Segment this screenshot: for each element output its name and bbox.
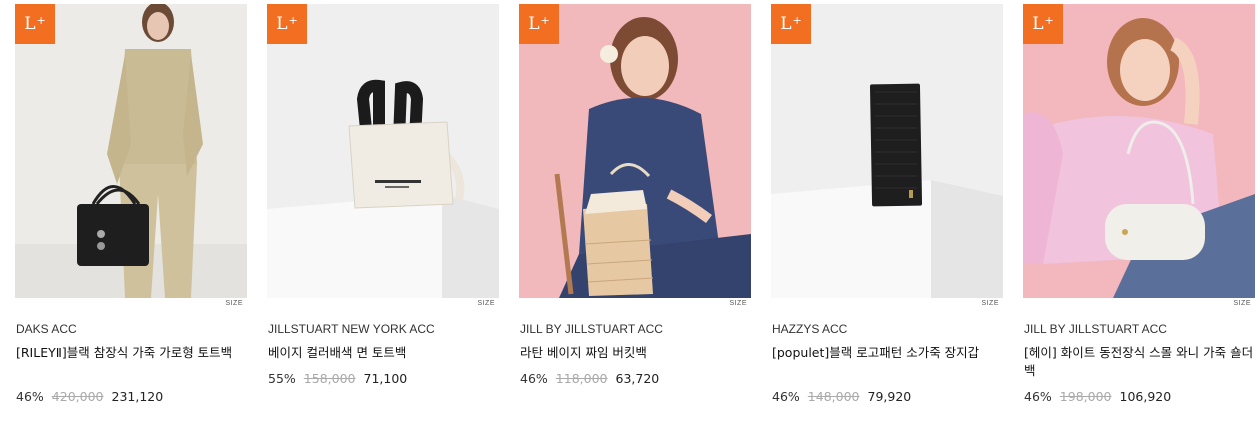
product-photo — [267, 4, 499, 298]
product-card[interactable]: L + SIZE DAKS ACC [RILEYⅡ]블랙 참장식 가죽 가로형 토… — [15, 4, 247, 404]
product-image[interactable]: L + — [1023, 4, 1255, 298]
product-photo — [771, 4, 1003, 298]
product-name[interactable]: [populet]블랙 로고패턴 소가죽 장지갑 — [772, 344, 1002, 380]
product-name[interactable]: 라탄 베이지 짜임 버킷백 — [520, 344, 750, 362]
product-card[interactable]: L + SIZE HAZZYS ACC [populet]블랙 로고패턴 소가죽 … — [771, 4, 1003, 404]
size-label[interactable]: SIZE — [981, 300, 999, 307]
sale-price: 71,100 — [363, 371, 408, 386]
product-photo — [1023, 4, 1255, 298]
product-image[interactable]: L + — [267, 4, 499, 298]
lplus-badge: L + — [1023, 4, 1063, 44]
size-label[interactable]: SIZE — [477, 300, 495, 307]
price-row: 55% 158,000 71,100 — [268, 372, 498, 386]
product-brand[interactable]: JILL BY JILLSTUART ACC — [1024, 322, 1254, 336]
product-card[interactable]: L + SIZE JILLSTUART NEW YORK ACC 베이지 컬러배색… — [267, 4, 499, 386]
original-price: 198,000 — [1059, 389, 1112, 404]
lplus-badge: L + — [267, 4, 307, 44]
sale-price: 231,120 — [111, 389, 164, 404]
discount-rate: 46% — [1024, 389, 1052, 404]
lplus-badge: L + — [519, 4, 559, 44]
price-row: 46% 148,000 79,920 — [772, 390, 1002, 404]
original-price: 148,000 — [807, 389, 860, 404]
sale-price: 106,920 — [1119, 389, 1172, 404]
discount-rate: 46% — [16, 389, 44, 404]
size-label[interactable]: SIZE — [225, 300, 243, 307]
badge-plus: + — [36, 13, 46, 27]
badge-letter: L — [24, 14, 36, 34]
size-label[interactable]: SIZE — [729, 300, 747, 307]
price-row: 46% 118,000 63,720 — [520, 372, 750, 386]
price-row: 46% 420,000 231,120 — [16, 390, 246, 404]
badge-plus: + — [288, 13, 298, 27]
size-label[interactable]: SIZE — [1233, 300, 1251, 307]
lplus-badge: L + — [771, 4, 811, 44]
product-brand[interactable]: HAZZYS ACC — [772, 322, 1002, 336]
badge-plus: + — [1044, 13, 1054, 27]
original-price: 158,000 — [303, 371, 356, 386]
badge-plus: + — [540, 13, 550, 27]
product-photo — [15, 4, 247, 298]
badge-letter: L — [780, 14, 792, 34]
product-card[interactable]: L + SIZE JILL BY JILLSTUART ACC 라탄 베이지 짜임… — [519, 4, 751, 386]
product-brand[interactable]: JILLSTUART NEW YORK ACC — [268, 322, 498, 336]
badge-letter: L — [528, 14, 540, 34]
sale-price: 63,720 — [615, 371, 660, 386]
product-image[interactable]: L + — [519, 4, 751, 298]
product-info: JILL BY JILLSTUART ACC 라탄 베이지 짜임 버킷백 46%… — [520, 322, 750, 386]
discount-rate: 46% — [520, 371, 548, 386]
badge-letter: L — [276, 14, 288, 34]
price-row: 46% 198,000 106,920 — [1024, 390, 1254, 404]
discount-rate: 55% — [268, 371, 296, 386]
product-card[interactable]: L + SIZE JILL BY JILLSTUART ACC [헤이] 화이트 … — [1023, 4, 1255, 404]
sale-price: 79,920 — [867, 389, 912, 404]
product-name[interactable]: [RILEYⅡ]블랙 참장식 가죽 가로형 토트백 — [16, 344, 246, 380]
product-brand[interactable]: JILL BY JILLSTUART ACC — [520, 322, 750, 336]
original-price: 420,000 — [51, 389, 104, 404]
product-info: DAKS ACC [RILEYⅡ]블랙 참장식 가죽 가로형 토트백 46% 42… — [16, 322, 246, 404]
discount-rate: 46% — [772, 389, 800, 404]
lplus-badge: L + — [15, 4, 55, 44]
product-image[interactable]: L + — [15, 4, 247, 298]
original-price: 118,000 — [555, 371, 608, 386]
product-name[interactable]: 베이지 컬러배색 면 토트백 — [268, 344, 498, 362]
product-photo — [519, 4, 751, 298]
product-brand[interactable]: DAKS ACC — [16, 322, 246, 336]
product-info: HAZZYS ACC [populet]블랙 로고패턴 소가죽 장지갑 46% 1… — [772, 322, 1002, 404]
badge-letter: L — [1032, 14, 1044, 34]
badge-plus: + — [792, 13, 802, 27]
product-info: JILL BY JILLSTUART ACC [헤이] 화이트 동전장식 스몰 … — [1024, 322, 1254, 404]
product-name[interactable]: [헤이] 화이트 동전장식 스몰 와니 가죽 숄더백 — [1024, 344, 1254, 380]
product-image[interactable]: L + — [771, 4, 1003, 298]
product-info: JILLSTUART NEW YORK ACC 베이지 컬러배색 면 토트백 5… — [268, 322, 498, 386]
